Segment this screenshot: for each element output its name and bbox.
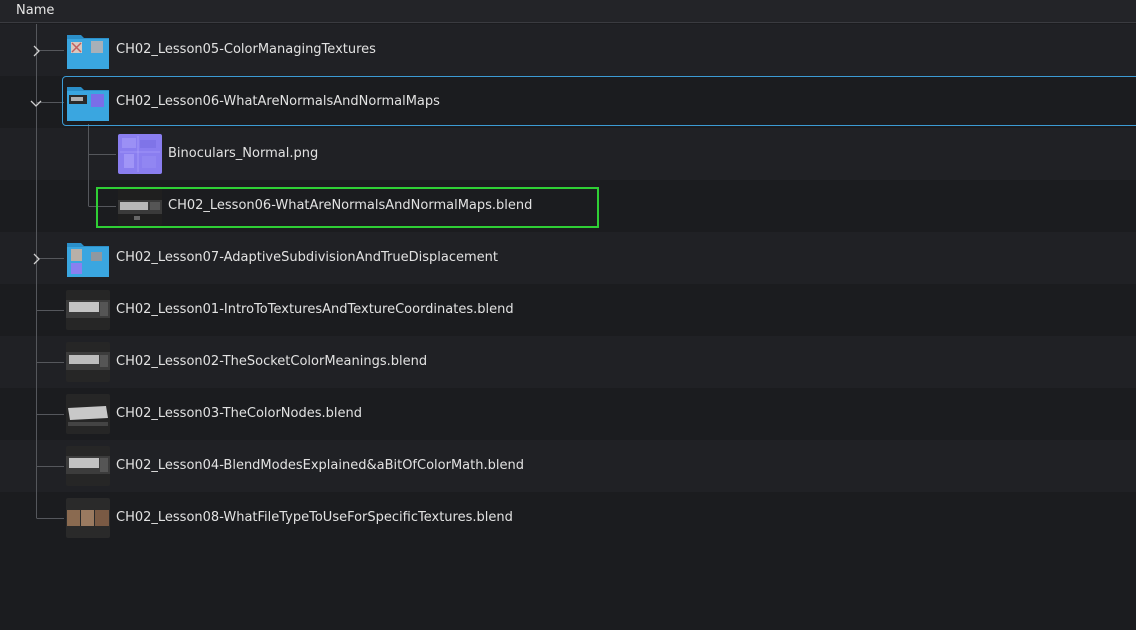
- chevron-right-icon[interactable]: [30, 43, 44, 57]
- name-column-header[interactable]: Name: [0, 0, 1136, 22]
- item-label: CH02_Lesson01-IntroToTexturesAndTextureC…: [116, 302, 514, 317]
- folder-icon: [66, 238, 110, 278]
- chevron-right-icon[interactable]: [30, 251, 44, 265]
- item-label: Binoculars_Normal.png: [168, 146, 319, 161]
- item-label: CH02_Lesson08-WhatFileTypeToUseForSpecif…: [116, 510, 513, 525]
- list-item-lesson07-folder[interactable]: CH02_Lesson07-AdaptiveSubdivisionAndTrue…: [0, 232, 1136, 284]
- item-label: CH02_Lesson02-TheSocketColorMeanings.ble…: [116, 354, 428, 369]
- list-item-lesson01-blend[interactable]: CH02_Lesson01-IntroToTexturesAndTextureC…: [0, 284, 1136, 336]
- highlight-outline: [96, 187, 599, 228]
- item-label: CH02_Lesson07-AdaptiveSubdivisionAndTrue…: [116, 250, 498, 265]
- list-item-lesson08-blend[interactable]: CH02_Lesson08-WhatFileTypeToUseForSpecif…: [0, 492, 1136, 544]
- blend-file-thumbnail: [66, 446, 110, 486]
- list-item-lesson05-folder[interactable]: CH02_Lesson05-ColorManagingTextures: [0, 24, 1136, 76]
- blend-file-thumbnail: [66, 342, 110, 382]
- list-item-lesson04-blend[interactable]: CH02_Lesson04-BlendModesExplained&aBitOf…: [0, 440, 1136, 492]
- item-label: CH02_Lesson03-TheColorNodes.blend: [116, 406, 362, 421]
- item-label: CH02_Lesson05-ColorManagingTextures: [116, 42, 376, 57]
- column-header: Name: [0, 0, 1136, 23]
- selection-outline: [62, 76, 1136, 126]
- blend-file-thumbnail: [66, 498, 110, 538]
- blend-file-thumbnail: [66, 394, 110, 434]
- blend-file-thumbnail: [66, 290, 110, 330]
- list-item-lesson03-blend[interactable]: CH02_Lesson03-TheColorNodes.blend: [0, 388, 1136, 440]
- list-item-binoculars-normal[interactable]: Binoculars_Normal.png: [0, 128, 1136, 180]
- list-item-lesson02-blend[interactable]: CH02_Lesson02-TheSocketColorMeanings.ble…: [0, 336, 1136, 388]
- normal-map-thumbnail: [118, 134, 162, 174]
- item-label: CH02_Lesson04-BlendModesExplained&aBitOf…: [116, 458, 524, 473]
- chevron-down-icon[interactable]: [29, 96, 43, 110]
- folder-icon: [66, 30, 110, 70]
